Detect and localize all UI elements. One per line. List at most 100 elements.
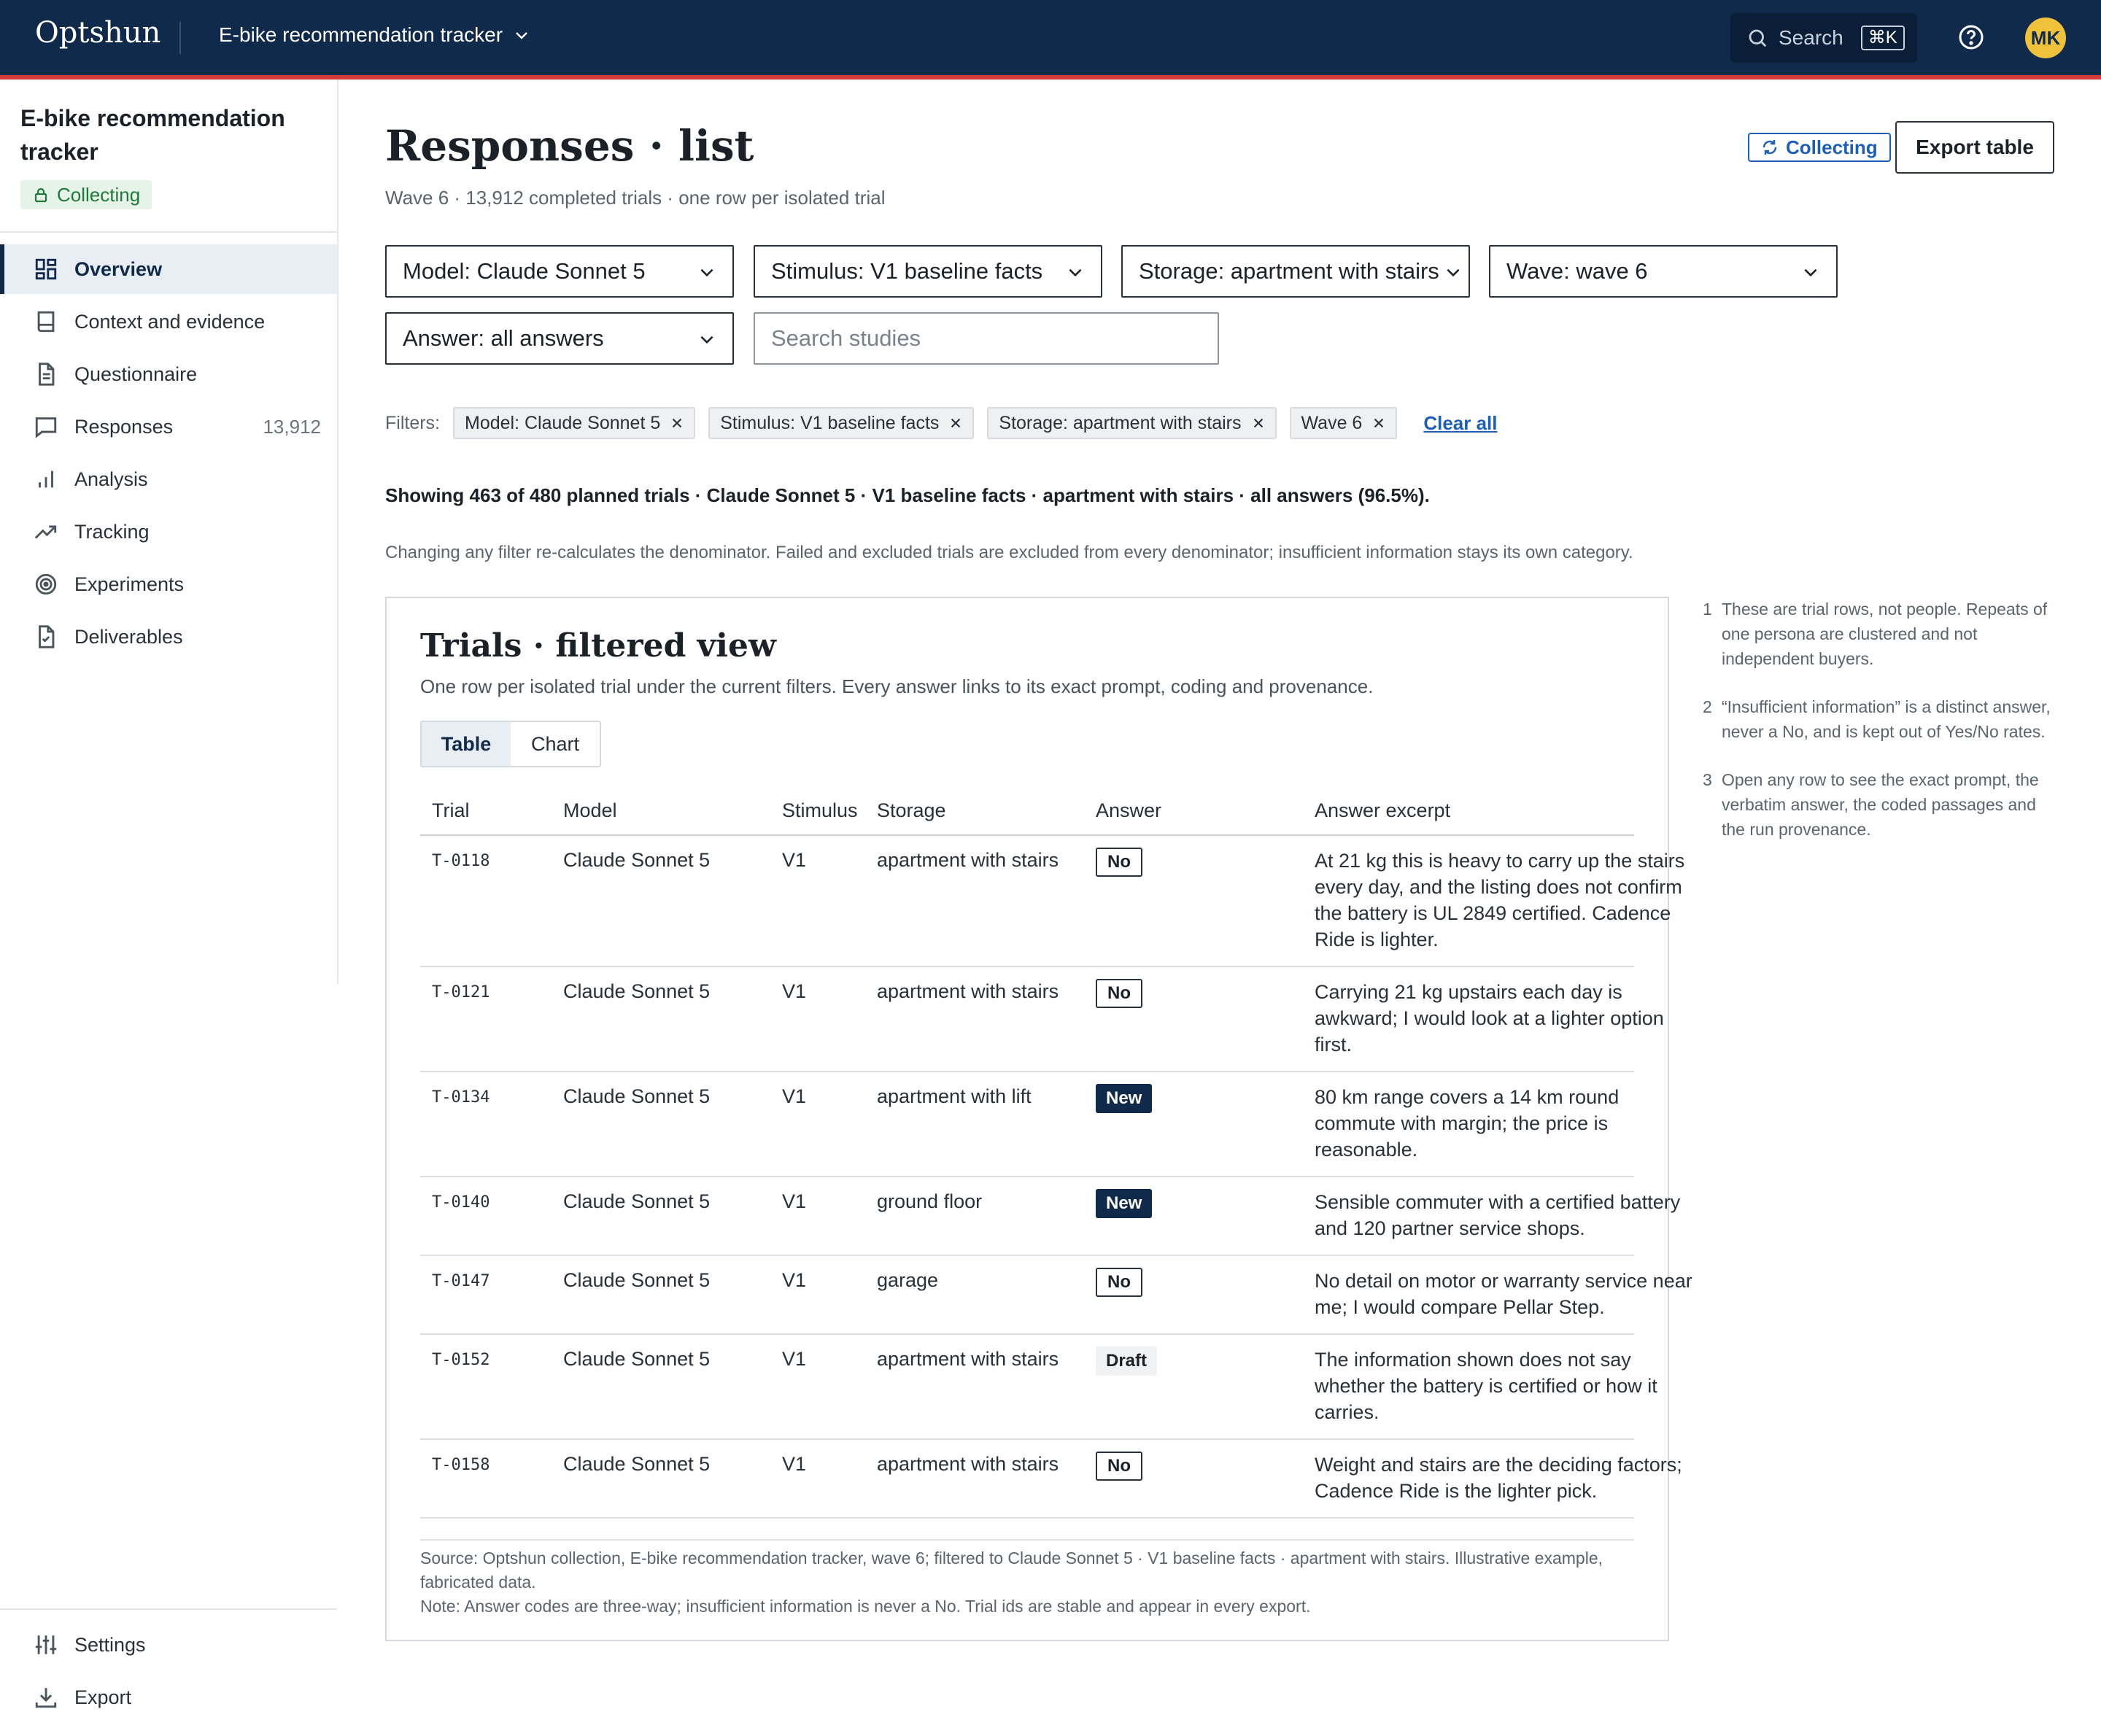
sidebar-item-deliverables[interactable]: Deliverables [0,612,337,662]
answer-excerpt[interactable]: No detail on motor or warranty service n… [1315,1268,1701,1320]
project-switcher[interactable]: E-bike recommendation tracker [219,23,530,47]
wave-select[interactable]: Wave: wave 6 [1489,245,1838,298]
column-header-trial[interactable]: Trial [432,799,470,822]
help-icon[interactable] [1957,23,1986,52]
answer-excerpt[interactable]: Sensible commuter with a certified batte… [1315,1189,1701,1241]
showing-summary: Showing 463 of 480 planned trials · Clau… [385,484,1430,506]
filter-chip-storage[interactable]: Storage: apartment with stairs [987,407,1277,439]
close-icon[interactable] [670,416,684,430]
page-subtitle: Wave 6 · 13,912 completed trials · one r… [385,187,886,209]
excerpt-line: Carrying 21 kg upstairs each day is [1315,981,1622,1003]
sidebar-footer-divider [0,1608,337,1610]
sidebar-item-label: Responses [74,415,174,438]
excerpt-line: The information shown does not say [1315,1349,1631,1371]
column-header-storage[interactable]: Storage [877,799,946,822]
close-icon[interactable] [1252,416,1265,430]
sidebar-item-overview[interactable]: Overview [0,244,337,294]
answer-excerpt[interactable]: Weight and stairs are the deciding facto… [1315,1452,1701,1504]
trial-id[interactable]: T-0158 [432,1456,490,1474]
export-table-button[interactable]: Export table [1895,121,2054,174]
filter-chip-label: Storage: apartment with stairs [999,412,1242,433]
answer-badge[interactable]: New [1096,1084,1153,1113]
filter-chip-stimulus[interactable]: Stimulus: V1 baseline facts [708,407,975,439]
sidebar: E-bike recommendation tracker Collecting… [0,80,337,1736]
note-number: 3 [1703,770,1712,789]
table-row[interactable]: T-0158 Claude Sonnet 5 V1 apartment with… [420,1440,1682,1519]
margin-notes: 1 These are trial rows, not people. Repe… [1703,597,2053,865]
close-icon[interactable] [1372,416,1385,430]
bar-chart-icon [39,470,53,488]
answer-badge[interactable]: New [1096,1189,1153,1218]
column-header-excerpt[interactable]: Answer excerpt [1315,799,1450,822]
chevron-down-icon [1447,268,1460,277]
storage-cell: ground floor [877,1190,983,1212]
storage-cell: apartment with stairs [877,1453,1059,1475]
trial-id[interactable]: T-0140 [432,1193,490,1212]
sidebar-item-context-and-evidence[interactable]: Context and evidence [0,297,337,346]
answer-excerpt[interactable]: 80 km range covers a 14 km round commute… [1315,1084,1701,1163]
table-row[interactable]: T-0152 Claude Sonnet 5 V1 apartment with… [420,1335,1657,1440]
excerpt-line: Ride is lighter. [1315,929,1439,950]
sidebar-item-questionnaire[interactable]: Questionnaire [0,349,337,399]
storage-select-value: Storage: apartment with stairs [1139,258,1439,284]
model-cell: Claude Sonnet 5 [563,1190,711,1212]
global-search[interactable]: Search ⌘K [1730,13,1917,63]
sidebar-item-experiments[interactable]: Experiments [0,559,337,609]
sidebar-item-label: Tracking [74,520,150,543]
column-header-model[interactable]: Model [563,799,617,822]
sidebar-item-responses[interactable]: Responses 13,912 [0,402,337,452]
answer-excerpt[interactable]: At 21 kg this is heavy to carry up the s… [1315,848,1701,953]
trial-id[interactable]: T-0147 [432,1272,490,1290]
brand-divider [179,22,181,54]
close-icon[interactable] [949,416,962,430]
trial-id[interactable]: T-0121 [432,983,490,1001]
storage-select[interactable]: Storage: apartment with stairs [1121,245,1470,298]
stimulus-select-value: Stimulus: V1 baseline facts [771,258,1043,284]
table-view-button[interactable]: Table [422,722,511,766]
grid-icon [35,258,57,280]
table-row[interactable]: T-0121 Claude Sonnet 5 V1 apartment with… [420,967,1664,1072]
sidebar-item-label: Experiments [74,573,185,595]
excerpt-line: every day, and the listing does not conf… [1315,876,1682,898]
sidebar-item-export[interactable]: Export [0,1673,337,1722]
search-studies-input[interactable] [754,312,1219,365]
filter-chip-wave[interactable]: Wave 6 [1289,407,1398,439]
user-avatar[interactable]: MK [2025,18,2066,58]
clear-all-link[interactable]: Clear all [1423,412,1497,435]
answer-badge[interactable]: No [1096,1268,1142,1297]
excerpt-line: No detail on motor or warranty service n… [1315,1270,1692,1292]
collecting-status-button[interactable]: Collecting [1748,133,1891,162]
sidebar-item-label: Deliverables [74,625,183,648]
answer-badge[interactable]: No [1096,848,1142,877]
table-row[interactable]: T-0147 Claude Sonnet 5 V1 garage No No d… [420,1256,1692,1335]
answer-excerpt[interactable]: The information shown does not say wheth… [1315,1346,1701,1425]
filter-chip-model[interactable]: Model: Claude Sonnet 5 [453,407,696,439]
top-bar: Optshun E-bike recommendation tracker Se… [0,0,2101,80]
sidebar-item-tracking[interactable]: Tracking [0,507,337,557]
chevron-down-icon [1069,268,1082,277]
table-row[interactable]: T-0118 Claude Sonnet 5 V1 apartment with… [420,836,1684,967]
trial-id[interactable]: T-0152 [432,1351,490,1369]
answer-badge[interactable]: No [1096,1452,1142,1481]
answer-badge[interactable]: No [1096,979,1142,1008]
column-header-stimulus[interactable]: Stimulus [782,799,858,822]
card-title: Trials · filtered view [420,627,776,664]
brand-logo[interactable]: Optshun [35,16,160,50]
sidebar-item-analysis[interactable]: Analysis [0,454,337,504]
answer-badge[interactable]: Draft [1096,1346,1158,1376]
answer-excerpt[interactable]: Carrying 21 kg upstairs each day is awkw… [1315,979,1701,1058]
chart-view-button[interactable]: Chart [511,722,600,766]
sidebar-item-settings[interactable]: Settings [0,1620,337,1670]
responses-count: 13,912 [263,415,321,438]
stimulus-cell: V1 [782,1348,807,1370]
answer-select[interactable]: Answer: all answers [385,312,734,365]
column-header-answer[interactable]: Answer [1096,799,1161,822]
sidebar-item-label: Questionnaire [74,363,198,385]
table-row[interactable]: T-0140 Claude Sonnet 5 V1 ground floor N… [420,1177,1680,1256]
table-row[interactable]: T-0134 Claude Sonnet 5 V1 apartment with… [420,1072,1634,1177]
trial-id[interactable]: T-0118 [432,852,490,870]
stimulus-select[interactable]: Stimulus: V1 baseline facts [754,245,1102,298]
model-cell: Claude Sonnet 5 [563,980,711,1002]
trial-id[interactable]: T-0134 [432,1088,490,1107]
model-select[interactable]: Model: Claude Sonnet 5 [385,245,734,298]
